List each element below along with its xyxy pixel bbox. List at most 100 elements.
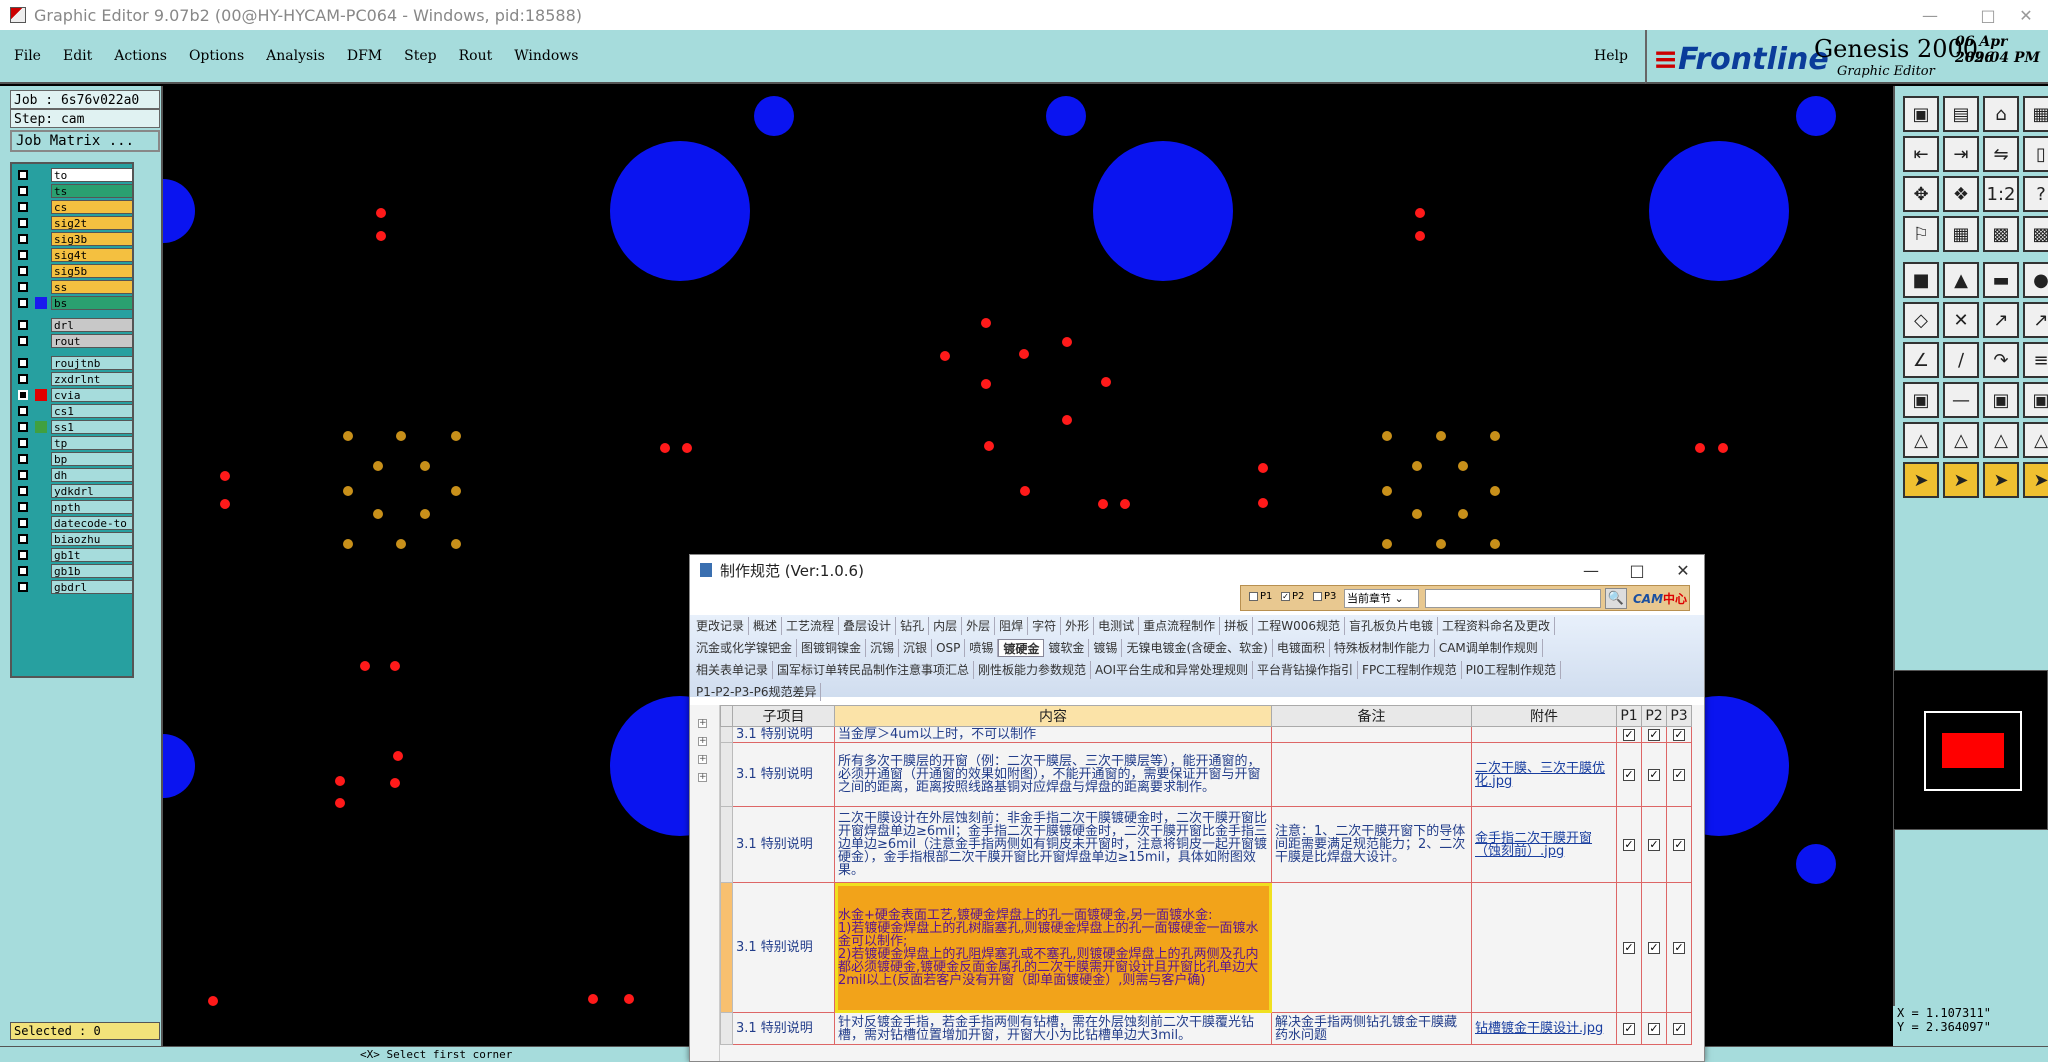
tab-chapter[interactable]: 喷锡: [965, 639, 999, 657]
filter-p1[interactable]: P1: [1249, 591, 1272, 602]
dialog-minimize-button[interactable]: —: [1568, 557, 1614, 583]
dialog-maximize-button[interactable]: □: [1614, 557, 1660, 583]
layer-row-gb1b[interactable]: gb1b: [15, 563, 133, 579]
layer-checkbox[interactable]: [18, 218, 28, 228]
tab-chapter[interactable]: FPC工程制作规范: [1358, 661, 1462, 679]
layer-name[interactable]: roujtnb: [51, 356, 133, 370]
close-button[interactable]: ✕: [1996, 0, 2048, 30]
cell-content[interactable]: 水金+硬金表面工艺,镀硬金焊盘上的孔一面镀硬金,另一面镀水金: 1)若镀硬金焊盘…: [834, 882, 1272, 1013]
search-input[interactable]: [1425, 589, 1601, 608]
tab-chapter[interactable]: OSP: [932, 639, 966, 657]
tab-chapter[interactable]: 盲孔板负片电镀: [1345, 617, 1438, 635]
layer-checkbox[interactable]: [18, 406, 28, 416]
layer-name[interactable]: dh: [51, 468, 133, 482]
layer-row-roujtnb[interactable]: roujtnb: [15, 355, 133, 371]
tab-chapter[interactable]: AOI平台生成和异常处理规则: [1091, 661, 1254, 679]
layer-color-swatch[interactable]: [35, 201, 47, 213]
menu-rout[interactable]: Rout: [459, 48, 493, 64]
layer-checkbox[interactable]: [18, 470, 28, 480]
checkbox-p2[interactable]: ✓: [1648, 942, 1660, 954]
tab-chapter[interactable]: 沉金或化学镍钯金: [692, 639, 798, 657]
select-arrow4-icon[interactable]: ➤: [2023, 462, 2048, 498]
scale-icon[interactable]: 1:2: [1983, 176, 2019, 212]
node-icon[interactable]: ◇: [1903, 302, 1939, 338]
menu-step[interactable]: Step: [404, 48, 436, 64]
layer-color-swatch[interactable]: [35, 233, 47, 245]
layer-checkbox[interactable]: [18, 486, 28, 496]
layer-name[interactable]: npth: [51, 500, 133, 514]
layer-row-cs[interactable]: cs: [15, 199, 133, 215]
expand-icon[interactable]: +: [698, 773, 707, 782]
layer-row-bp[interactable]: bp: [15, 451, 133, 467]
cell-p3[interactable]: ✓: [1666, 742, 1692, 807]
cell-p1[interactable]: ✓: [1616, 882, 1642, 1013]
pan-right-icon[interactable]: ⇥: [1943, 136, 1979, 172]
layer-row-drl[interactable]: drl: [15, 317, 133, 333]
cell-content[interactable]: 针对反镀金手指，若金手指两侧有钻槽，需在外层蚀刻前二次干膜覆光钻槽，需对钻槽位置…: [834, 1012, 1272, 1045]
cell-subitem[interactable]: 3.1 特别说明: [732, 882, 835, 1013]
layer-color-swatch[interactable]: [35, 581, 47, 593]
layer-row-biaozhu[interactable]: biaozhu: [15, 531, 133, 547]
table-row[interactable]: 3.1 特别说明 二次干膜设计在外层蚀刻前：非金手指二次干膜镀硬金时，二次干膜开窗…: [720, 806, 1692, 883]
tab-chapter[interactable]: 外形: [1061, 617, 1095, 635]
layer-row-ts[interactable]: ts: [15, 183, 133, 199]
tab-chapter[interactable]: PI0工程制作规范: [1462, 661, 1561, 679]
checkbox-p3[interactable]: ✓: [1673, 1023, 1685, 1035]
cell-subitem[interactable]: 3.1 特别说明: [732, 1012, 835, 1045]
tab-chapter[interactable]: 镀软金: [1044, 639, 1090, 657]
layer-color-swatch[interactable]: [35, 485, 47, 497]
layer-row-sig5b[interactable]: sig5b: [15, 263, 133, 279]
cell-attachment[interactable]: [1471, 726, 1617, 743]
tab-chapter[interactable]: 电测试: [1094, 617, 1140, 635]
layer-checkbox[interactable]: [18, 454, 28, 464]
layer-name[interactable]: ydkdrl: [51, 484, 133, 498]
checkbox-p3[interactable]: ✓: [1673, 769, 1685, 781]
checkbox-p2[interactable]: ✓: [1648, 769, 1660, 781]
tab-chapter[interactable]: 字符: [1028, 617, 1062, 635]
layer-color-swatch[interactable]: [35, 249, 47, 261]
layer-color-swatch[interactable]: [35, 517, 47, 529]
cell-p3[interactable]: ✓: [1666, 1012, 1692, 1045]
bar-icon[interactable]: —: [1943, 382, 1979, 418]
layer-row-dh[interactable]: dh: [15, 467, 133, 483]
layer-checkbox[interactable]: [18, 502, 28, 512]
tab-chapter[interactable]: 钻孔: [896, 617, 930, 635]
layer-checkbox[interactable]: [18, 390, 28, 400]
move-icon[interactable]: ✥: [1903, 176, 1939, 212]
layer-checkbox[interactable]: [18, 282, 28, 292]
layer-color-swatch[interactable]: [35, 335, 47, 347]
pan-left-icon[interactable]: ⇤: [1903, 136, 1939, 172]
layer-checkbox[interactable]: [18, 320, 28, 330]
row-selector[interactable]: [720, 882, 733, 1013]
cell-subitem[interactable]: 3.1 特别说明: [732, 742, 835, 807]
tab-chapter[interactable]: 图镀铜镍金: [797, 639, 867, 657]
cell-p1[interactable]: ✓: [1616, 726, 1642, 743]
cell-note[interactable]: [1271, 742, 1472, 807]
layer-checkbox[interactable]: [18, 534, 28, 544]
layer-color-swatch[interactable]: [35, 373, 47, 385]
checkbox-p2[interactable]: ✓: [1648, 729, 1660, 741]
col-note-header[interactable]: 备注: [1271, 705, 1472, 727]
tab-chapter[interactable]: P1-P2-P3-P6规范差异: [692, 683, 822, 701]
layer-color-swatch[interactable]: [35, 169, 47, 181]
select-arrow3-icon[interactable]: ➤: [1983, 462, 2019, 498]
layer-color-swatch[interactable]: [35, 549, 47, 561]
tab-chapter[interactable]: 无镍电镀金(含硬金、软金): [1122, 639, 1273, 657]
row-selector[interactable]: [720, 806, 733, 883]
select-arrow-icon[interactable]: ➤: [1903, 462, 1939, 498]
layer-checkbox[interactable]: [18, 518, 28, 528]
menu-analysis[interactable]: Analysis: [266, 48, 325, 64]
pad-icon[interactable]: ●: [2023, 262, 2048, 298]
layer-row-sig3b[interactable]: sig3b: [15, 231, 133, 247]
help-icon[interactable]: ?: [2023, 176, 2048, 212]
col-content-header[interactable]: 内容: [834, 705, 1272, 727]
layer-checkbox[interactable]: [18, 566, 28, 576]
route-icon[interactable]: ⚐: [1903, 216, 1939, 252]
layer-color-swatch[interactable]: [35, 357, 47, 369]
delete-icon[interactable]: ✕: [1943, 302, 1979, 338]
pick-icon[interactable]: ▣: [1903, 382, 1939, 418]
table-row[interactable]: 3.1 特别说明 水金+硬金表面工艺,镀硬金焊盘上的孔一面镀硬金,另一面镀水金: …: [720, 882, 1692, 1013]
checkbox-p2[interactable]: ✓: [1648, 1023, 1660, 1035]
tab-chapter[interactable]: 内层: [929, 617, 963, 635]
cell-content[interactable]: 所有多次干膜层的开窗（例：二次干膜层、三次干膜层等），能开通窗的，必须开通窗（开…: [834, 742, 1272, 807]
